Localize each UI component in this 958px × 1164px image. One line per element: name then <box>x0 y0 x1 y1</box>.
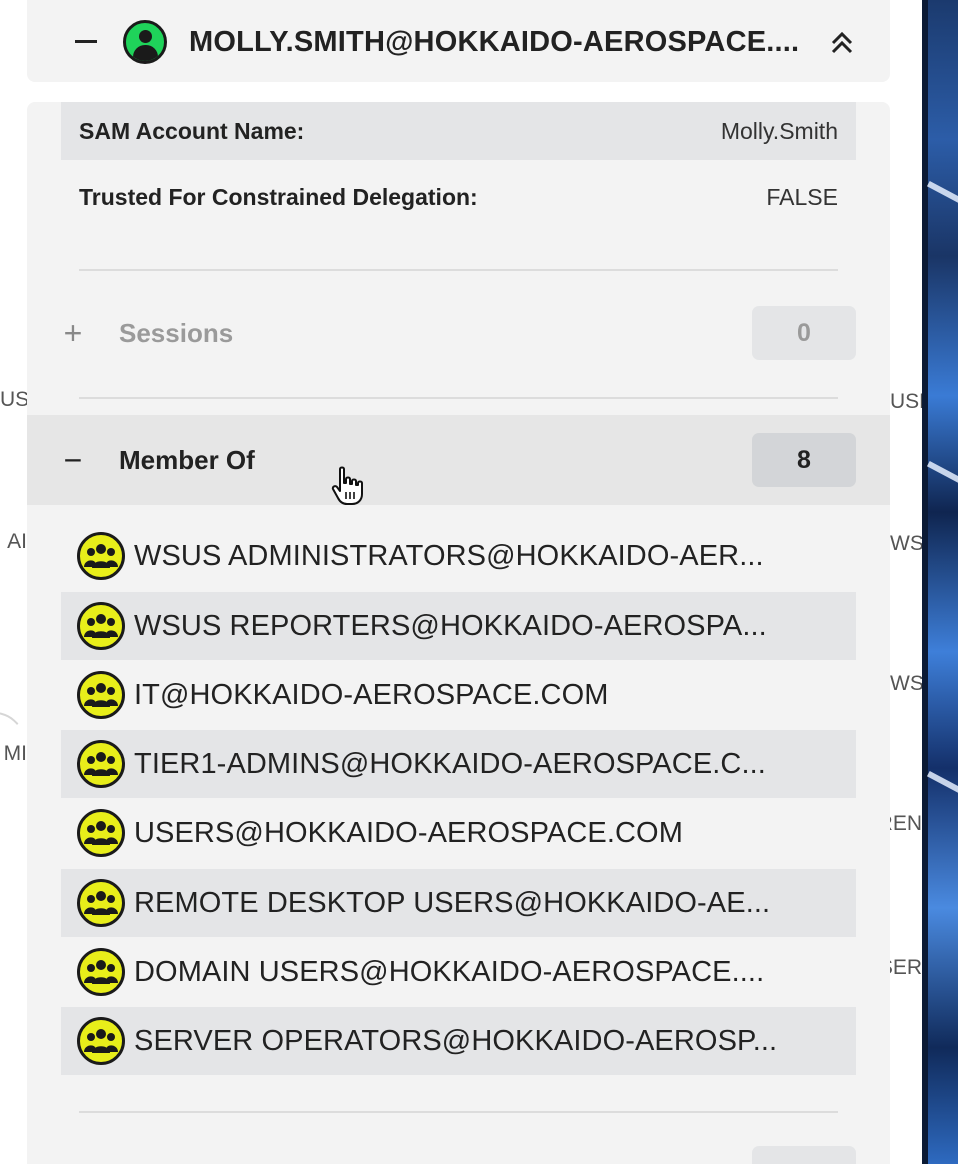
group-icon <box>77 1017 125 1065</box>
group-name: SERVER OPERATORS@HOKKAIDO-AEROSP... <box>134 1024 778 1057</box>
group-name: WSUS ADMINISTRATORS@HOKKAIDO-AER... <box>134 539 764 572</box>
group-name: USERS@HOKKAIDO-AEROSPACE.COM <box>134 816 683 849</box>
property-label: SAM Account Name: <box>79 117 305 144</box>
section-divider <box>79 269 838 271</box>
group-icon <box>77 740 125 788</box>
group-icon <box>77 671 125 719</box>
list-item[interactable]: SERVER OPERATORS@HOKKAIDO-AEROSP... <box>61 1007 856 1075</box>
group-icon <box>77 532 125 580</box>
expand-icon[interactable]: + <box>61 317 85 349</box>
property-row-trusted-delegation: Trusted For Constrained Delegation: FALS… <box>61 168 856 226</box>
graph-node-label: US <box>0 388 27 411</box>
list-item[interactable]: IT@HOKKAIDO-AEROSPACE.COM <box>61 661 856 729</box>
list-item[interactable]: WSUS ADMINISTRATORS@HOKKAIDO-AER... <box>61 522 856 590</box>
property-label: Trusted For Constrained Delegation: <box>79 183 478 210</box>
section-divider <box>79 397 838 399</box>
panel-title: MOLLY.SMITH@HOKKAIDO-AEROSPACE.... <box>189 26 800 58</box>
panel-content[interactable]: SAM Account Name: Molly.Smith Trusted Fo… <box>27 102 890 1164</box>
group-icon <box>77 879 125 927</box>
group-icon <box>77 948 125 996</box>
graph-edge <box>0 712 30 802</box>
graph-node-label: REN <box>890 812 922 835</box>
graph-node-image <box>922 0 958 1164</box>
property-row-sam-account-name: SAM Account Name: Molly.Smith <box>61 102 856 160</box>
group-name: DOMAIN USERS@HOKKAIDO-AEROSPACE.... <box>134 955 765 988</box>
graph-node-label: WS <box>890 672 922 695</box>
count-badge: 8 <box>752 433 856 487</box>
group-name: TIER1-ADMINS@HOKKAIDO-AEROSPACE.C... <box>134 747 766 780</box>
graph-node-label: AI <box>7 530 27 553</box>
panel-header[interactable]: MOLLY.SMITH@HOKKAIDO-AEROSPACE.... <box>27 0 890 82</box>
group-name: REMOTE DESKTOP USERS@HOKKAIDO-AE... <box>134 886 771 919</box>
entity-panel: MOLLY.SMITH@HOKKAIDO-AEROSPACE.... SAM A… <box>27 0 890 1164</box>
list-item[interactable]: USERS@HOKKAIDO-AEROSPACE.COM <box>61 799 856 867</box>
chevron-double-up-icon[interactable] <box>829 30 855 56</box>
list-item[interactable]: REMOTE DESKTOP USERS@HOKKAIDO-AE... <box>61 869 856 937</box>
group-icon <box>77 602 125 650</box>
section-title[interactable]: Member Of <box>119 445 255 476</box>
section-title[interactable]: Sessions <box>119 318 233 349</box>
section-sessions[interactable]: + Sessions 0 <box>27 288 890 378</box>
section-divider <box>79 1111 838 1113</box>
count-badge: 0 <box>752 306 856 360</box>
minimize-icon[interactable] <box>75 40 97 43</box>
graph-node-label: SER <box>890 956 922 979</box>
group-icon <box>77 809 125 857</box>
property-value: Molly.Smith <box>720 117 838 144</box>
list-item[interactable]: WSUS REPORTERS@HOKKAIDO-AEROSPA... <box>61 592 856 660</box>
user-icon <box>123 20 167 64</box>
list-item[interactable]: DOMAIN USERS@HOKKAIDO-AEROSPACE.... <box>61 938 856 1006</box>
section-member-of[interactable]: − Member Of 8 <box>27 415 890 505</box>
count-badge <box>752 1146 856 1164</box>
property-value: FALSE <box>766 183 838 210</box>
collapse-section-icon[interactable]: − <box>61 444 85 476</box>
group-name: WSUS REPORTERS@HOKKAIDO-AEROSPA... <box>134 609 767 642</box>
graph-node-label: WS <box>890 532 922 555</box>
list-item[interactable]: TIER1-ADMINS@HOKKAIDO-AEROSPACE.C... <box>61 730 856 798</box>
group-name: IT@HOKKAIDO-AEROSPACE.COM <box>134 678 609 711</box>
hand-cursor-icon <box>331 466 363 505</box>
graph-node-label: USE <box>890 390 922 413</box>
